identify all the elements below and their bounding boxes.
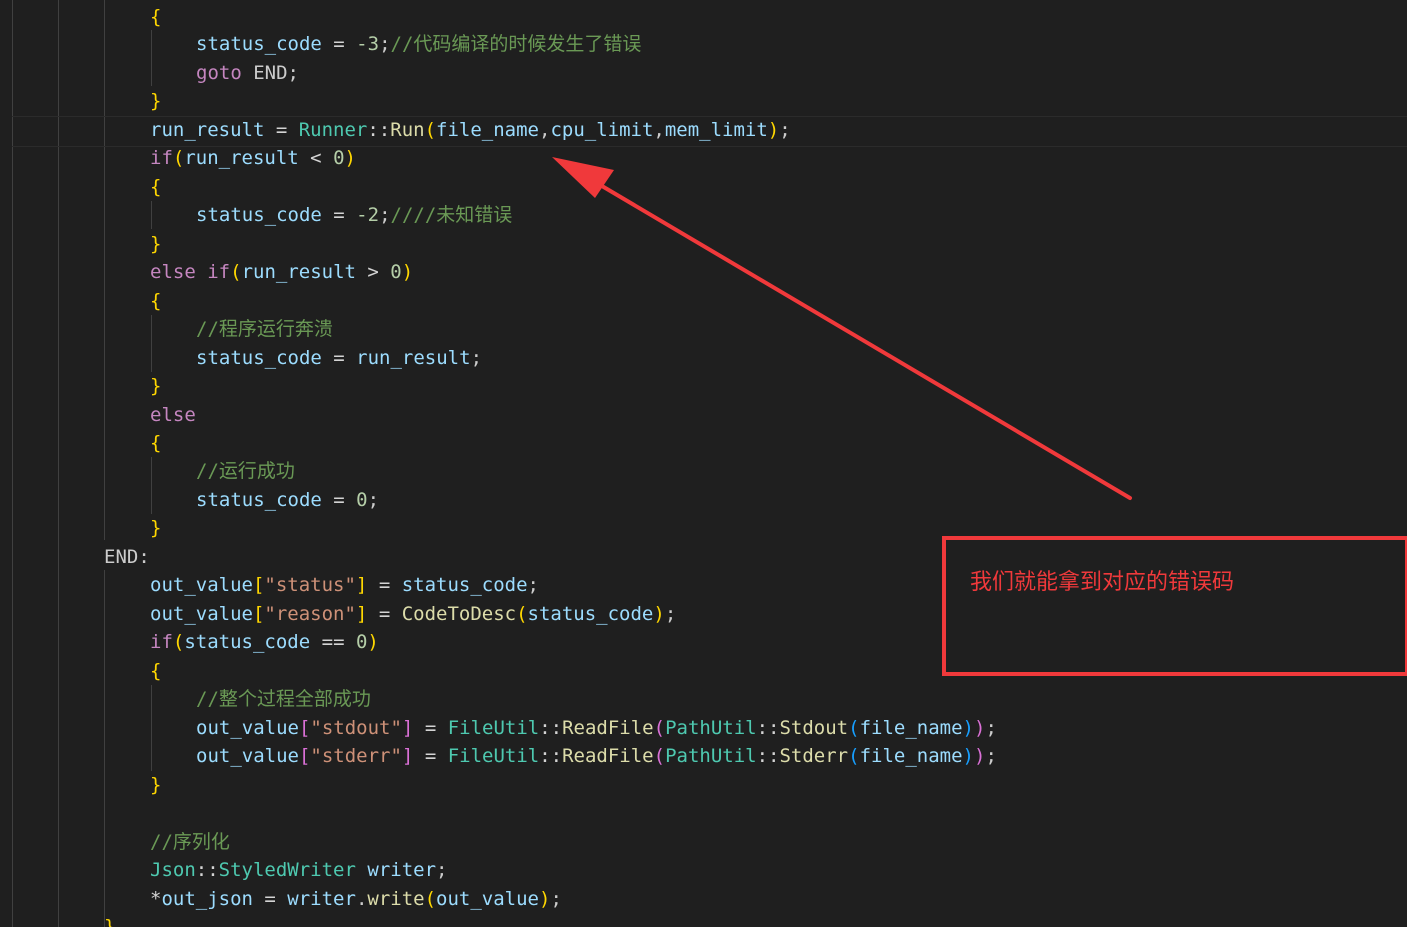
annotation-text: 我们就能拿到对应的错误码 bbox=[970, 570, 1235, 595]
annotation-arrow bbox=[552, 157, 1132, 500]
arrow-head bbox=[552, 157, 614, 198]
annotation-box bbox=[942, 536, 1407, 676]
code-editor[interactable]: {status_code = -3;//代码编译的时候发生了错误 goto END… bbox=[0, 0, 1407, 927]
arrow-shaft bbox=[583, 174, 1132, 500]
